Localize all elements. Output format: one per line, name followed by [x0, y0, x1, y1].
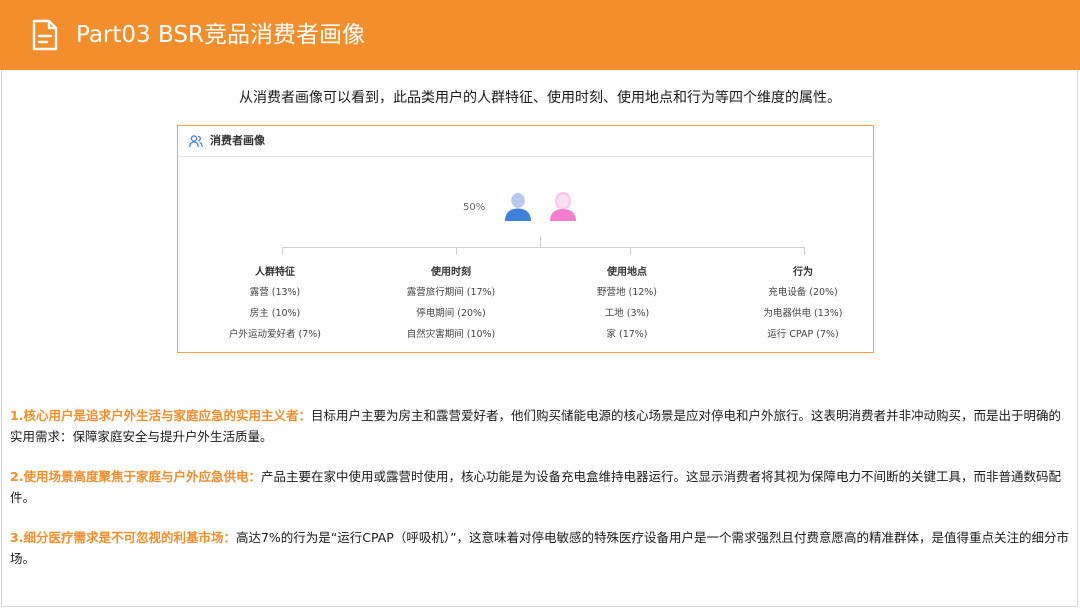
male-avatar-icon: [505, 193, 531, 221]
female-avatar-icon: [550, 192, 576, 221]
dimension-column-behavior: 行为 充电设备 (20%) 为电器供电 (13%) 运行 CPAP (7%): [728, 266, 878, 349]
column-heading: 人群特征: [255, 267, 295, 278]
male-percent: 50%: [463, 202, 486, 213]
tree-bar: [282, 247, 804, 248]
column-item: 停电期间 (20%): [416, 308, 486, 319]
panel-title: 消费者画像: [210, 134, 265, 147]
document-icon: [32, 19, 58, 51]
dimension-column-usage-place: 使用地点 野营地 (12%) 工地 (3%) 家 (17%): [552, 266, 702, 349]
tree-branch: [456, 247, 457, 255]
people-icon: [189, 135, 203, 148]
consumer-profile-panel: 消费者画像 50% 人群特征 露营 (13%) 房主 (10%) 户外运动爱好者…: [177, 125, 874, 353]
header-bar: Part03 BSR竞品消费者画像: [0, 0, 1080, 70]
tree-branch: [282, 247, 283, 255]
column-heading: 使用地点: [607, 267, 647, 278]
column-heading: 使用时刻: [431, 267, 471, 278]
column-item: 露营旅行期间 (17%): [406, 287, 496, 298]
intro-text: 从消费者画像可以看到，此品类用户的人群特征、使用时刻、使用地点和行为等四个维度的…: [239, 90, 841, 106]
insight-point-2: 2.使用场景高度聚焦于家庭与户外应急供电：产品主要在家中使用或露营时使用，核心功…: [10, 466, 1072, 508]
insight-point-3: 3.细分医疗需求是不可忽视的利基市场：高达7%的行为是“运行CPAP（呼吸机）”…: [10, 527, 1072, 569]
tree-branch: [630, 247, 631, 255]
column-item: 运行 CPAP (7%): [767, 329, 839, 340]
tree-branch: [804, 247, 805, 255]
insight-point-1: 1.核心用户是追求户外生活与家庭应急的实用主义者：目标用户主要为房主和露营爱好者…: [10, 405, 1072, 447]
column-item: 房主 (10%): [249, 308, 301, 319]
column-heading: 行为: [793, 267, 813, 278]
tree-stem: [540, 237, 541, 247]
insight-lead: 2.使用场景高度聚焦于家庭与户外应急供电：: [10, 469, 261, 484]
column-item: 户外运动爱好者 (7%): [228, 329, 321, 340]
column-item: 露营 (13%): [249, 287, 301, 298]
page-title: Part03 BSR竞品消费者画像: [76, 22, 365, 48]
column-item: 为电器供电 (13%): [763, 308, 843, 319]
insight-lead: 1.核心用户是追求户外生活与家庭应急的实用主义者：: [10, 408, 311, 423]
column-item: 工地 (3%): [604, 308, 650, 319]
insight-lead: 3.细分医疗需求是不可忽视的利基市场：: [10, 530, 236, 545]
column-item: 野营地 (12%): [596, 287, 658, 298]
column-item: 家 (17%): [606, 329, 648, 340]
dimension-column-demographics: 人群特征 露营 (13%) 房主 (10%) 户外运动爱好者 (7%): [200, 266, 350, 349]
column-item: 充电设备 (20%): [768, 287, 838, 298]
panel-header: 消费者画像: [178, 126, 873, 157]
dimension-column-usage-time: 使用时刻 露营旅行期间 (17%) 停电期间 (20%) 自然灾害期间 (10%…: [376, 266, 526, 349]
column-item: 自然灾害期间 (10%): [406, 329, 496, 340]
